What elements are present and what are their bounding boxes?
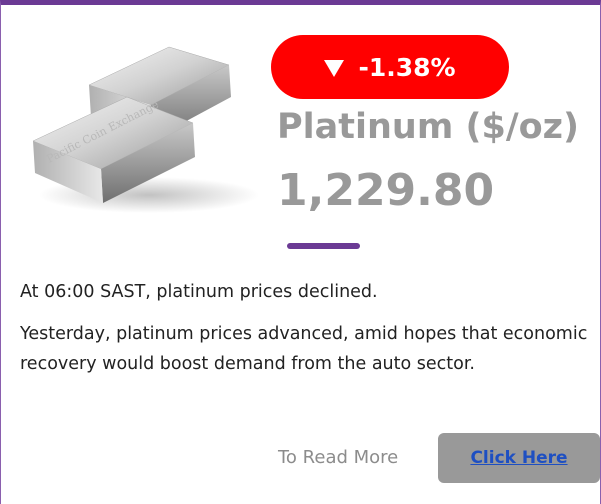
click-here-link[interactable]: Click Here bbox=[470, 448, 567, 468]
platinum-card: Pacific Coin Exchange -1.38% Platinum ($… bbox=[0, 0, 601, 504]
platinum-bar-image: Pacific Coin Exchange bbox=[32, 46, 259, 213]
accent-divider bbox=[287, 243, 360, 249]
change-badge: -1.38% bbox=[271, 35, 509, 99]
read-more-label: To Read More bbox=[278, 447, 399, 468]
detail-paragraph: Yesterday, platinum prices advanced, ami… bbox=[20, 324, 588, 374]
click-here-button[interactable]: Click Here bbox=[438, 433, 600, 483]
change-value: -1.38% bbox=[358, 52, 456, 82]
down-triangle-icon bbox=[324, 59, 345, 77]
metal-title: Platinum ($/oz) bbox=[277, 107, 580, 147]
metal-price: 1,229.80 bbox=[277, 165, 495, 216]
summary-paragraph: At 06:00 SAST, platinum prices declined. bbox=[20, 282, 378, 302]
